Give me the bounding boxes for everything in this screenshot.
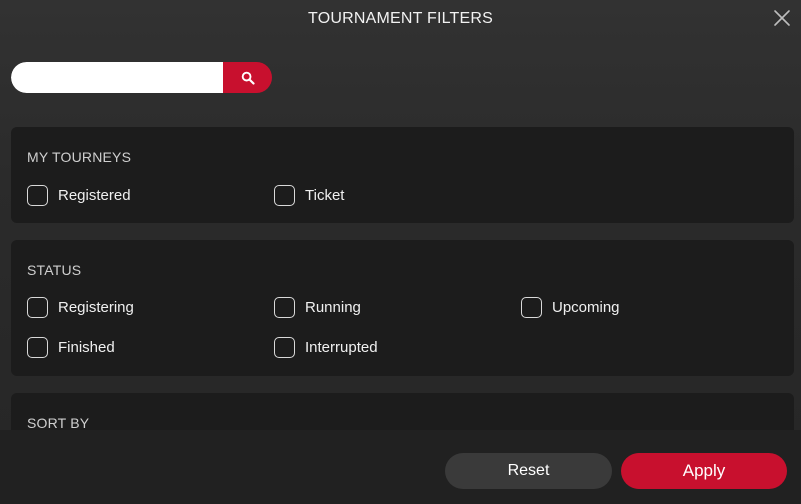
checkbox-box[interactable] bbox=[27, 297, 48, 318]
checkbox-label: Ticket bbox=[305, 187, 345, 204]
apply-button[interactable]: Apply bbox=[621, 453, 787, 489]
checkbox-label: Finished bbox=[58, 339, 115, 356]
status-section: STATUS Registering Running Upcoming Fini… bbox=[11, 240, 794, 376]
checkbox-label: Registering bbox=[58, 299, 134, 316]
dialog-title: TOURNAMENT FILTERS bbox=[308, 10, 493, 27]
checkbox-box[interactable] bbox=[274, 185, 295, 206]
checkbox-box[interactable] bbox=[27, 185, 48, 206]
checkbox-registered[interactable]: Registered bbox=[27, 185, 131, 206]
checkbox-box[interactable] bbox=[274, 297, 295, 318]
checkbox-label: Registered bbox=[58, 187, 131, 204]
reset-button[interactable]: Reset bbox=[445, 453, 612, 489]
search-icon bbox=[241, 71, 255, 85]
checkbox-upcoming[interactable]: Upcoming bbox=[521, 297, 620, 318]
dialog-header: TOURNAMENT FILTERS bbox=[0, 0, 801, 40]
checkbox-label: Upcoming bbox=[552, 299, 620, 316]
checkbox-finished[interactable]: Finished bbox=[27, 337, 115, 358]
close-button[interactable] bbox=[773, 9, 791, 27]
my-tourneys-section: MY TOURNEYS Registered Ticket bbox=[11, 127, 794, 223]
sort-by-title: SORT BY bbox=[27, 415, 90, 431]
checkbox-label: Running bbox=[305, 299, 361, 316]
checkbox-running[interactable]: Running bbox=[274, 297, 361, 318]
search-input[interactable] bbox=[11, 62, 223, 93]
tournament-filters-dialog: TOURNAMENT FILTERS MY TOURNEYS Registere… bbox=[0, 0, 801, 504]
checkbox-label: Interrupted bbox=[305, 339, 378, 356]
my-tourneys-title: MY TOURNEYS bbox=[27, 149, 132, 165]
checkbox-registering[interactable]: Registering bbox=[27, 297, 134, 318]
checkbox-ticket[interactable]: Ticket bbox=[274, 185, 344, 206]
status-title: STATUS bbox=[27, 262, 82, 278]
dialog-footer: Reset Apply bbox=[0, 430, 801, 504]
checkbox-box[interactable] bbox=[274, 337, 295, 358]
checkbox-interrupted[interactable]: Interrupted bbox=[274, 337, 378, 358]
checkbox-box[interactable] bbox=[27, 337, 48, 358]
search-button[interactable] bbox=[223, 62, 272, 93]
checkbox-box[interactable] bbox=[521, 297, 542, 318]
close-icon bbox=[774, 10, 790, 26]
search-bar bbox=[11, 62, 272, 93]
